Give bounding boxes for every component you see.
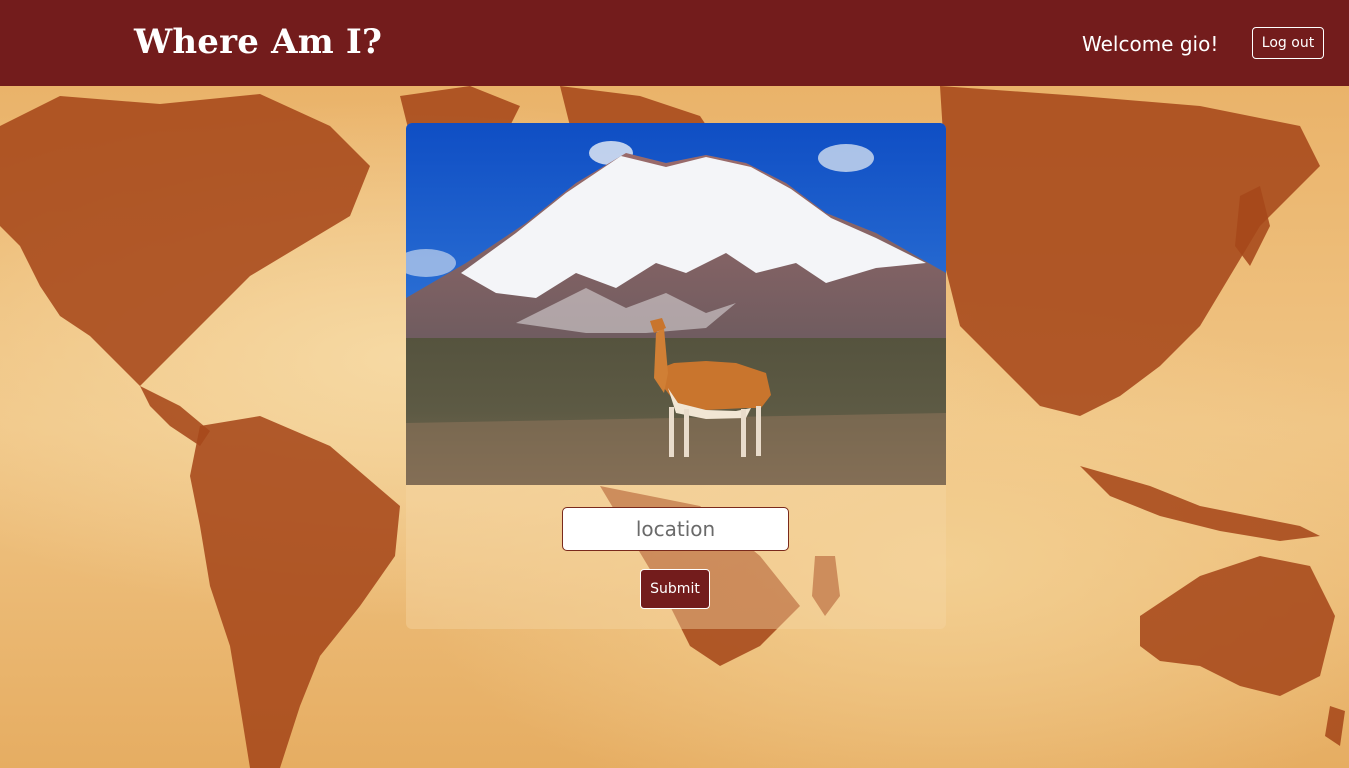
map-north-america bbox=[0, 94, 370, 386]
welcome-message: Welcome gio! bbox=[1082, 32, 1219, 56]
map-indonesia bbox=[1080, 466, 1320, 541]
location-photo bbox=[406, 123, 946, 485]
logout-button[interactable]: Log out bbox=[1252, 27, 1324, 59]
game-card: Submit bbox=[406, 123, 946, 629]
map-asia bbox=[940, 86, 1320, 416]
location-input[interactable] bbox=[562, 507, 789, 551]
submit-button[interactable]: Submit bbox=[640, 569, 710, 609]
map-australia bbox=[1140, 556, 1335, 696]
map-south-america bbox=[190, 416, 400, 768]
top-navbar: Where Am I? Welcome gio! Log out bbox=[0, 0, 1349, 86]
app-title[interactable]: Where Am I? bbox=[134, 22, 382, 62]
map-new-zealand bbox=[1325, 706, 1345, 746]
